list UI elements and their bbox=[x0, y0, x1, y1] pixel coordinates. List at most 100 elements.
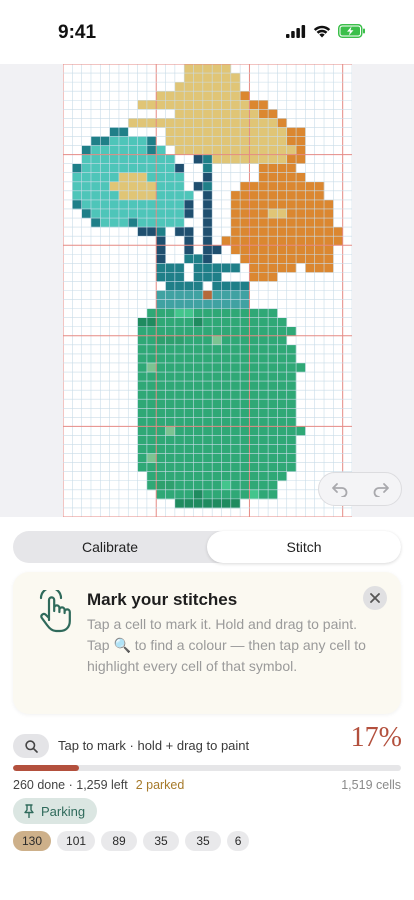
stitch-cell[interactable] bbox=[286, 390, 297, 400]
stitch-cell[interactable] bbox=[109, 208, 120, 219]
stitch-cell[interactable] bbox=[174, 480, 185, 491]
stitch-cell[interactable] bbox=[100, 181, 110, 192]
stitch-cell[interactable] bbox=[230, 136, 241, 146]
stitch-cell[interactable] bbox=[221, 444, 232, 454]
stitch-cell[interactable] bbox=[268, 335, 278, 346]
stitch-cell[interactable] bbox=[165, 218, 176, 228]
stitch-cell[interactable] bbox=[258, 399, 269, 409]
stitch-cell[interactable] bbox=[156, 480, 166, 491]
stitch-cell[interactable] bbox=[156, 462, 166, 472]
stitch-cell[interactable] bbox=[249, 109, 260, 119]
stitch-cell[interactable] bbox=[184, 326, 194, 337]
stitch-cell[interactable] bbox=[174, 181, 185, 192]
stitch-cell[interactable] bbox=[184, 335, 194, 346]
stitch-cell[interactable] bbox=[146, 372, 157, 382]
stitch-cell[interactable] bbox=[156, 362, 166, 373]
stitch-cell[interactable] bbox=[212, 317, 222, 328]
stitch-cell[interactable] bbox=[202, 326, 213, 337]
stitch-cell[interactable] bbox=[184, 208, 194, 219]
stitch-cell[interactable] bbox=[184, 73, 194, 83]
stitch-cell[interactable] bbox=[118, 136, 129, 146]
stitch-cell[interactable] bbox=[240, 118, 250, 128]
stitch-cell[interactable] bbox=[156, 471, 166, 482]
stitch-cell[interactable] bbox=[174, 127, 185, 137]
stitch-cell[interactable] bbox=[184, 408, 194, 418]
stitch-cell[interactable] bbox=[286, 218, 297, 228]
stitch-cell[interactable] bbox=[249, 218, 260, 228]
stitch-cell[interactable] bbox=[258, 136, 269, 146]
stitch-cell[interactable] bbox=[240, 335, 250, 346]
stitch-cell[interactable] bbox=[156, 308, 166, 318]
stitch-cell[interactable] bbox=[277, 263, 288, 273]
stitch-cell[interactable] bbox=[118, 218, 129, 228]
stitch-cell[interactable] bbox=[249, 471, 260, 482]
stitch-cell[interactable] bbox=[146, 227, 157, 237]
stitch-cell[interactable] bbox=[174, 118, 185, 128]
stitch-cell[interactable] bbox=[212, 480, 222, 491]
stitch-cell[interactable] bbox=[221, 489, 232, 500]
stitch-cell[interactable] bbox=[296, 236, 306, 246]
stitch-cell[interactable] bbox=[258, 163, 269, 174]
stitch-cell[interactable] bbox=[296, 145, 306, 155]
stitch-cell[interactable] bbox=[174, 145, 185, 155]
stitch-cell[interactable] bbox=[174, 381, 185, 391]
stitch-cell[interactable] bbox=[193, 73, 204, 83]
stitch-cell[interactable] bbox=[174, 290, 185, 300]
stitch-cell[interactable] bbox=[240, 489, 250, 500]
stitch-cell[interactable] bbox=[221, 118, 232, 128]
stitch-cell[interactable] bbox=[268, 308, 278, 318]
stitch-cell[interactable] bbox=[128, 118, 138, 128]
stitch-cell[interactable] bbox=[137, 408, 148, 418]
stitch-cell[interactable] bbox=[212, 272, 222, 282]
stitch-cell[interactable] bbox=[212, 118, 222, 128]
stitch-cell[interactable] bbox=[165, 290, 176, 300]
stitch-cell[interactable] bbox=[184, 344, 194, 355]
stitch-cell[interactable] bbox=[165, 417, 176, 427]
stitch-cell[interactable] bbox=[202, 272, 213, 282]
stitch-cell[interactable] bbox=[286, 344, 297, 355]
stitch-cell[interactable] bbox=[165, 136, 176, 146]
stitch-cell[interactable] bbox=[230, 453, 241, 463]
stitch-cell[interactable] bbox=[146, 435, 157, 445]
redo-button[interactable] bbox=[363, 474, 399, 504]
stitch-cell[interactable] bbox=[268, 127, 278, 137]
stitch-cell[interactable] bbox=[286, 362, 297, 373]
stitch-cell[interactable] bbox=[137, 335, 148, 346]
stitch-cell[interactable] bbox=[249, 489, 260, 500]
stitch-cell[interactable] bbox=[258, 227, 269, 237]
stitch-cell[interactable] bbox=[184, 227, 194, 237]
stitch-cell[interactable] bbox=[165, 381, 176, 391]
stitch-cell[interactable] bbox=[286, 353, 297, 364]
stitch-cell[interactable] bbox=[277, 145, 288, 155]
stitch-cell[interactable] bbox=[174, 100, 185, 110]
stitch-cell[interactable] bbox=[268, 227, 278, 237]
stitch-cell[interactable] bbox=[118, 127, 129, 137]
stitch-cell[interactable] bbox=[240, 190, 250, 201]
stitch-cell[interactable] bbox=[249, 317, 260, 328]
stitch-cell[interactable] bbox=[240, 91, 250, 101]
stitch-cell[interactable] bbox=[221, 109, 232, 119]
stitch-cell[interactable] bbox=[90, 190, 101, 201]
stitch-cell[interactable] bbox=[286, 154, 297, 164]
stitch-cell[interactable] bbox=[258, 317, 269, 328]
stitch-cell[interactable] bbox=[146, 100, 157, 110]
stitch-cell[interactable] bbox=[146, 163, 157, 174]
stitch-cell[interactable] bbox=[221, 435, 232, 445]
stitch-cell[interactable] bbox=[249, 208, 260, 219]
stitch-cell[interactable] bbox=[277, 426, 288, 436]
stitch-cell[interactable] bbox=[277, 453, 288, 463]
stitch-cell[interactable] bbox=[202, 218, 213, 228]
stitch-cell[interactable] bbox=[202, 145, 213, 155]
stitch-cell[interactable] bbox=[296, 127, 306, 137]
stitch-cell[interactable] bbox=[146, 480, 157, 491]
stitch-cell[interactable] bbox=[314, 208, 325, 219]
stitch-cell[interactable] bbox=[230, 480, 241, 491]
stitch-cell[interactable] bbox=[212, 326, 222, 337]
stitch-cell[interactable] bbox=[81, 145, 92, 155]
stitch-cell[interactable] bbox=[174, 417, 185, 427]
stitch-cell[interactable] bbox=[137, 453, 148, 463]
stitch-cell[interactable] bbox=[230, 154, 241, 164]
stitch-cell[interactable] bbox=[314, 245, 325, 255]
stitch-cell[interactable] bbox=[268, 254, 278, 264]
stitch-cell[interactable] bbox=[314, 236, 325, 246]
